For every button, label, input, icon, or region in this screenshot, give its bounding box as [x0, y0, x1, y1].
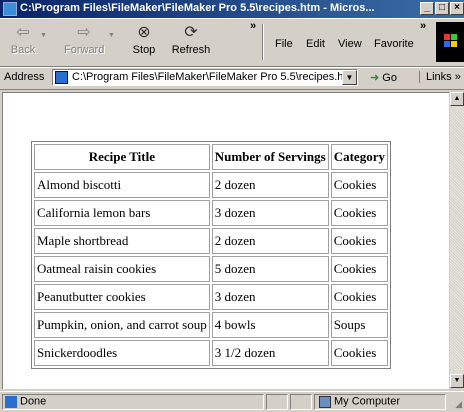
- table-row: California lemon bars 3 dozen Cookies: [34, 200, 388, 226]
- go-arrow-icon: ➜: [370, 72, 380, 84]
- table-row: Peanutbutter cookies 3 dozen Cookies: [34, 284, 388, 310]
- recipe-title-cell: Peanutbutter cookies: [34, 284, 210, 310]
- table-row: Maple shortbread 2 dozen Cookies: [34, 228, 388, 254]
- recipe-title-cell: Almond biscotti: [34, 172, 210, 198]
- address-label: Address: [4, 71, 45, 83]
- recipe-title-cell: Maple shortbread: [34, 228, 210, 254]
- servings-cell: 3 dozen: [211, 284, 329, 310]
- category-cell: Cookies: [330, 284, 388, 310]
- window-title: C:\Program Files\FileMaker\FileMaker Pro…: [20, 2, 375, 14]
- category-cell: Cookies: [330, 200, 388, 226]
- standard-toolbar: ⇦ Back ▼ ⇨ Forward ▼ ⊗ Stop ⟳ Refresh » …: [0, 18, 464, 67]
- back-button[interactable]: ⇦ Back: [8, 22, 38, 56]
- forward-dropdown-icon[interactable]: ▼: [108, 32, 115, 39]
- security-zone-panel: My Computer: [314, 394, 446, 410]
- page-done-icon: [5, 396, 17, 408]
- toolbar-chevron[interactable]: »: [250, 20, 256, 32]
- refresh-label: Refresh: [171, 44, 211, 56]
- resize-grip-icon[interactable]: ◢: [455, 399, 462, 410]
- back-arrow-icon: ⇦: [16, 24, 30, 41]
- windows-logo: [436, 22, 464, 62]
- table-row: Snickerdoodles 3 1/2 dozen Cookies: [34, 340, 388, 366]
- category-cell: Cookies: [330, 228, 388, 254]
- my-computer-icon: [319, 396, 331, 408]
- address-dropdown-button[interactable]: ▼: [342, 70, 357, 85]
- table-row: Pumpkin, onion, and carrot soup 4 bowls …: [34, 312, 388, 338]
- servings-cell: 3 1/2 dozen: [211, 340, 329, 366]
- go-button[interactable]: ➜ Go: [370, 71, 397, 84]
- servings-cell: 4 bowls: [211, 312, 329, 338]
- links-label: Links: [426, 71, 452, 83]
- status-panel-2: [290, 394, 312, 410]
- recipe-title-cell: Snickerdoodles: [34, 340, 210, 366]
- servings-cell: 3 dozen: [211, 200, 329, 226]
- status-panel-1: [266, 394, 288, 410]
- page-icon: [55, 71, 68, 84]
- forward-button[interactable]: ⇨ Forward: [64, 22, 104, 56]
- forward-arrow-icon: ⇨: [77, 24, 91, 41]
- address-url: C:\Program Files\FileMaker\FileMaker Pro…: [72, 71, 356, 83]
- header-number-of-servings: Number of Servings: [211, 144, 329, 170]
- address-bar: Address C:\Program Files\FileMaker\FileM…: [0, 67, 464, 90]
- servings-cell: 2 dozen: [211, 172, 329, 198]
- minimize-button[interactable]: _: [420, 2, 434, 15]
- vertical-scrollbar[interactable]: ▲ ▼: [450, 92, 464, 388]
- page-content: Recipe Title Number of Servings Category…: [2, 92, 449, 389]
- address-input[interactable]: C:\Program Files\FileMaker\FileMaker Pro…: [52, 69, 358, 86]
- back-dropdown-icon[interactable]: ▼: [40, 32, 47, 39]
- forward-label: Forward: [64, 44, 105, 56]
- table-row: Almond biscotti 2 dozen Cookies: [34, 172, 388, 198]
- refresh-icon: ⟳: [184, 24, 198, 41]
- table-row: Oatmeal raisin cookies 5 dozen Cookies: [34, 256, 388, 282]
- back-label: Back: [10, 44, 36, 56]
- close-button[interactable]: ×: [450, 2, 464, 15]
- menu-edit[interactable]: Edit: [306, 38, 325, 50]
- category-cell: Cookies: [330, 256, 388, 282]
- status-text-panel: Done: [2, 394, 264, 410]
- title-bar[interactable]: C:\Program Files\FileMaker\FileMaker Pro…: [0, 0, 464, 18]
- refresh-button[interactable]: ⟳ Refresh: [168, 22, 214, 56]
- category-cell: Cookies: [330, 172, 388, 198]
- servings-cell: 2 dozen: [211, 228, 329, 254]
- maximize-button[interactable]: □: [435, 2, 449, 15]
- status-bar: Done My Computer ◢: [0, 391, 464, 412]
- stop-icon: ⊗: [137, 24, 151, 41]
- toolbar-separator: [262, 24, 264, 60]
- status-text: Done: [20, 395, 47, 408]
- header-recipe-title: Recipe Title: [34, 144, 210, 170]
- header-category: Category: [330, 144, 388, 170]
- links-button[interactable]: Links »: [419, 71, 461, 83]
- table-header-row: Recipe Title Number of Servings Category: [34, 144, 388, 170]
- stop-button[interactable]: ⊗ Stop: [124, 22, 164, 56]
- menu-view[interactable]: View: [338, 38, 362, 50]
- go-label: Go: [382, 72, 397, 84]
- recipe-title-cell: Oatmeal raisin cookies: [34, 256, 210, 282]
- category-cell: Soups: [330, 312, 388, 338]
- scroll-down-icon[interactable]: ▼: [450, 374, 464, 388]
- recipes-table: Recipe Title Number of Servings Category…: [31, 141, 391, 369]
- stop-label: Stop: [132, 44, 156, 56]
- recipe-title-cell: Pumpkin, onion, and carrot soup: [34, 312, 210, 338]
- menu-favorites[interactable]: Favorite: [374, 38, 414, 50]
- menu-chevron[interactable]: »: [420, 20, 426, 32]
- servings-cell: 5 dozen: [211, 256, 329, 282]
- category-cell: Cookies: [330, 340, 388, 366]
- scroll-up-icon[interactable]: ▲: [450, 92, 464, 106]
- ie-app-icon[interactable]: [3, 2, 17, 16]
- security-zone-text: My Computer: [334, 395, 401, 408]
- menu-file[interactable]: File: [275, 38, 293, 50]
- recipe-title-cell: California lemon bars: [34, 200, 210, 226]
